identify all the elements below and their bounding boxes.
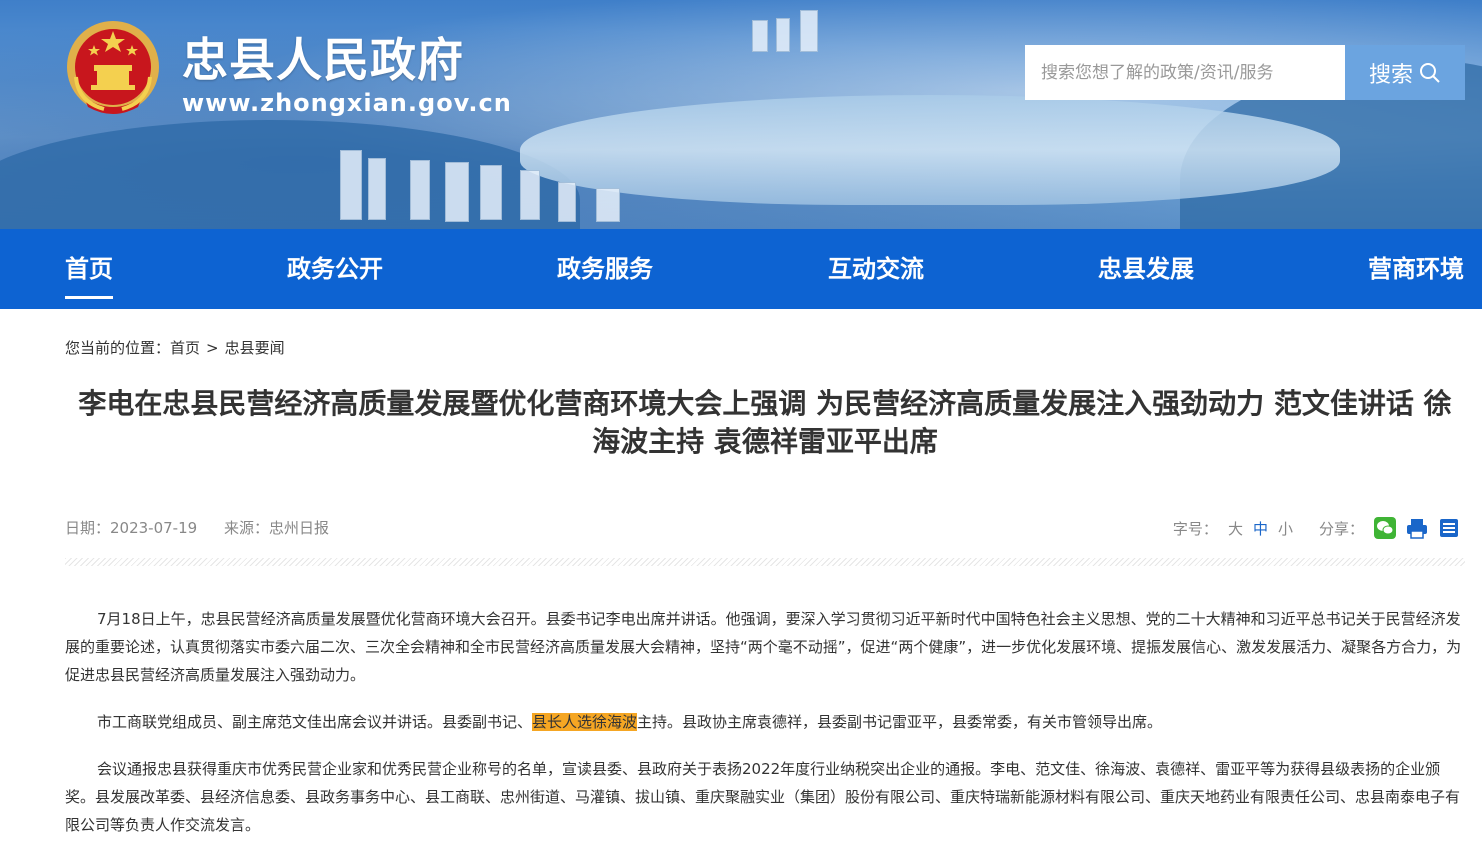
article-title: 李电在忠县民营经济高质量发展暨优化营商环境大会上强调 为民营经济高质量发展注入强… bbox=[78, 387, 1452, 458]
article-paragraph: 7月18日上午，忠县民营经济高质量发展暨优化营商环境大会召开。县委书记李电出席并… bbox=[65, 610, 1462, 684]
share-label: 分享： bbox=[1318, 519, 1364, 538]
banner-building bbox=[445, 162, 469, 222]
banner-building bbox=[368, 158, 386, 220]
search-button-label: 搜索 bbox=[1368, 62, 1413, 88]
national-emblem-icon bbox=[67, 21, 159, 114]
search-icon bbox=[1420, 62, 1440, 83]
banner-building bbox=[558, 182, 576, 222]
breadcrumb-separator: > bbox=[206, 339, 219, 357]
breadcrumb-home-link[interactable]: 首页 bbox=[170, 339, 200, 357]
article-paragraph: 市工商联党组成员、副主席范文佳出席会议并讲话。县委副书记、县长人选徐海波主持。县… bbox=[65, 708, 1465, 736]
paragraph-text: 主持。县政协主席袁德祥，县委副书记雷亚平，县委常委，有关市管领导出席。 bbox=[637, 713, 1163, 731]
nav-item-development[interactable]: 忠县发展 bbox=[1098, 229, 1194, 309]
banner-building bbox=[596, 188, 620, 222]
article-tools: 字号： 大 中 小 分享： bbox=[1173, 514, 1460, 542]
close-page-icon[interactable] bbox=[1438, 517, 1460, 539]
breadcrumb: 您当前的位置：首页 > 忠县要闻 bbox=[65, 337, 285, 358]
banner-building bbox=[340, 150, 362, 220]
banner-river bbox=[520, 95, 1340, 205]
main-nav: 首页 政务公开 政务服务 互动交流 忠县发展 营商环境 bbox=[0, 229, 1482, 309]
font-size-label: 字号： bbox=[1172, 519, 1218, 538]
banner-building bbox=[752, 20, 768, 52]
banner-building bbox=[480, 165, 502, 220]
banner-building bbox=[800, 10, 818, 52]
paragraph-text: 市工商联党组成员、副主席范文佳出席会议并讲话。县委副书记、 bbox=[97, 713, 533, 731]
article-source: 来源：忠州日报 bbox=[223, 519, 329, 537]
wechat-share-icon[interactable] bbox=[1374, 517, 1396, 539]
article-meta: 日期：2023-07-19 来源：忠州日报 bbox=[65, 517, 329, 538]
print-icon[interactable] bbox=[1406, 517, 1428, 539]
font-size-large-button[interactable]: 大 bbox=[1228, 518, 1243, 539]
nav-item-home[interactable]: 首页 bbox=[65, 229, 113, 309]
banner-building bbox=[776, 18, 790, 52]
meta-divider bbox=[65, 558, 1465, 566]
banner-building bbox=[410, 160, 430, 220]
font-size-small-button[interactable]: 小 bbox=[1278, 518, 1293, 539]
site-title: 忠县人民政府 bbox=[182, 33, 464, 87]
nav-item-interaction[interactable]: 互动交流 bbox=[828, 229, 924, 309]
search-input[interactable] bbox=[1025, 45, 1345, 100]
article-paragraph: 会议通报忠县获得重庆市优秀民营企业家和优秀民营企业称号的名单，宣读县委、县政府关… bbox=[65, 760, 1461, 834]
article-date: 日期：2023-07-19 bbox=[65, 519, 198, 537]
nav-item-government-affairs-open[interactable]: 政务公开 bbox=[287, 229, 383, 309]
search-button[interactable]: 搜索 bbox=[1345, 45, 1465, 100]
banner-building bbox=[520, 170, 540, 220]
breadcrumb-prefix: 您当前的位置： bbox=[65, 339, 171, 357]
font-size-medium-button[interactable]: 中 bbox=[1253, 518, 1268, 539]
site-url: www.zhongxian.gov.cn bbox=[182, 89, 512, 117]
article-body: 7月18日上午，忠县民营经济高质量发展暨优化营商环境大会召开。县委书记李电出席并… bbox=[65, 605, 1465, 841]
nav-item-business-environment[interactable]: 营商环境 bbox=[1368, 229, 1464, 309]
header-banner: 忠县人民政府 www.zhongxian.gov.cn 搜索 bbox=[0, 0, 1482, 229]
breadcrumb-current-link[interactable]: 忠县要闻 bbox=[225, 339, 285, 357]
highlighted-text: 县长人选徐海波 bbox=[532, 713, 638, 731]
nav-item-government-services[interactable]: 政务服务 bbox=[557, 229, 653, 309]
